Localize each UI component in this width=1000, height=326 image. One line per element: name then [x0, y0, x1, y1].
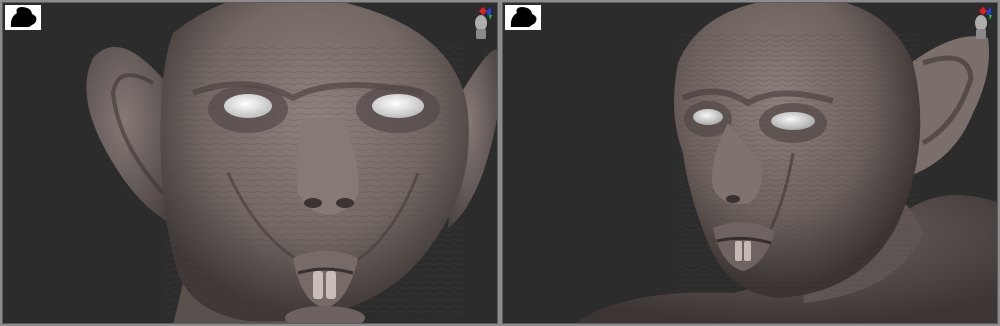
- material-silhouette-icon: [10, 7, 37, 27]
- navigation-gizmo[interactable]: [473, 7, 493, 39]
- navigation-gizmo[interactable]: [973, 7, 993, 39]
- sculpt-front-view: [86, 3, 497, 323]
- material-thumbnail[interactable]: [5, 5, 41, 30]
- left-eye: [693, 109, 723, 125]
- head-gizmo-icon: [975, 7, 992, 39]
- tooth-left: [735, 241, 742, 261]
- tooth-right: [326, 271, 336, 299]
- sculpt-three-quarter-view: [575, 3, 997, 323]
- right-eye: [372, 94, 424, 118]
- viewport-front[interactable]: [2, 2, 498, 324]
- left-eye: [224, 94, 272, 118]
- right-eye: [771, 112, 815, 130]
- material-thumbnail[interactable]: [505, 5, 541, 30]
- tooth-right: [744, 241, 751, 261]
- material-silhouette-icon: [510, 7, 537, 27]
- head-gizmo-icon: [475, 7, 492, 39]
- tooth-left: [313, 271, 323, 299]
- viewport-three-quarter[interactable]: [502, 2, 998, 324]
